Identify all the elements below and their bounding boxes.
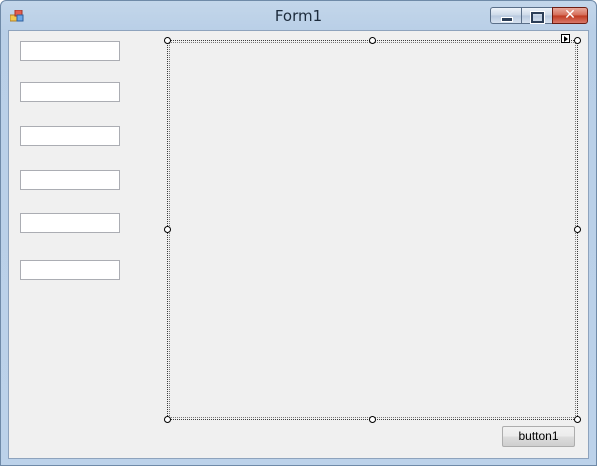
title-bar[interactable]: Form1 ✕ <box>1 1 596 31</box>
resize-handle-bottom-left[interactable] <box>164 416 171 423</box>
resize-handle-middle-right[interactable] <box>574 226 581 233</box>
close-icon: ✕ <box>564 7 576 23</box>
resize-handle-top-left[interactable] <box>164 37 171 44</box>
selected-panel[interactable] <box>167 40 578 420</box>
close-button[interactable]: ✕ <box>552 7 588 24</box>
resize-handle-bottom-center[interactable] <box>369 416 376 423</box>
maximize-icon <box>531 12 544 23</box>
form-client-area: button1 <box>8 30 589 459</box>
textbox-6[interactable] <box>20 260 120 280</box>
panel-selection-border <box>169 42 576 418</box>
resize-handle-top-right[interactable] <box>574 37 581 44</box>
minimize-icon <box>501 17 513 22</box>
textbox-1[interactable] <box>20 41 120 61</box>
button1[interactable]: button1 <box>502 426 575 447</box>
textbox-4[interactable] <box>20 170 120 190</box>
minimize-button[interactable] <box>490 7 521 24</box>
textbox-3[interactable] <box>20 126 120 146</box>
resize-handle-bottom-right[interactable] <box>574 416 581 423</box>
form1-window: Form1 ✕ button1 <box>0 0 597 466</box>
textbox-5[interactable] <box>20 213 120 233</box>
resize-handle-top-center[interactable] <box>369 37 376 44</box>
caption-buttons: ✕ <box>490 7 588 25</box>
smart-tag-arrow-icon[interactable] <box>561 34 570 43</box>
maximize-button[interactable] <box>521 7 552 24</box>
textbox-2[interactable] <box>20 82 120 102</box>
resize-handle-middle-left[interactable] <box>164 226 171 233</box>
